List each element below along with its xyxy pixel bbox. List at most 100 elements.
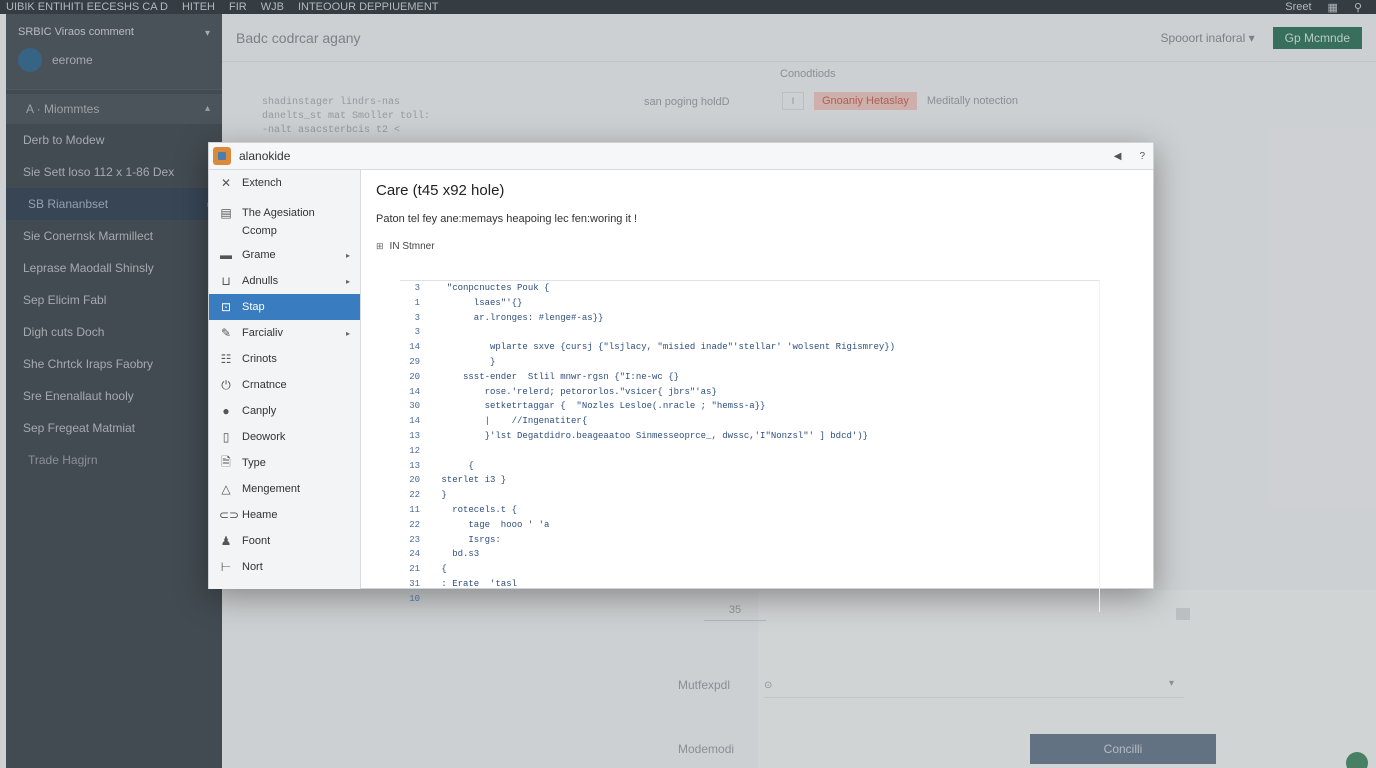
code-text: { [436,564,447,575]
code-line: 31 : Erate 'tasl [400,577,1099,592]
code-text: wplarte sxve {cursj {"lsjlacy, "misied i… [436,342,896,353]
nav-item-label: Type [242,457,266,469]
code-line: 20 sterlet i3 } [400,473,1099,488]
line-number: 22 [409,519,420,530]
line-number: 20 [409,475,420,486]
line-number: 21 [409,564,420,575]
code-line: 10 [400,592,1099,607]
nav-item-8[interactable]: ● Canply [209,398,360,424]
nav-item-label: Nort [242,561,263,573]
line-number: 29 [409,356,420,367]
code-text: { [436,460,474,471]
code-line: 12 [400,444,1099,459]
nav-item-11[interactable]: △ Mengement [209,476,360,502]
nav-item-7[interactable]: ⏻ Crnatnce [209,372,360,398]
wrench-icon: ✕ [220,176,232,190]
content-description: Paton tel fey ane:memays heapoing lec fe… [376,213,638,225]
code-text: ar.lronges: #lenge#-as}} [436,312,604,323]
person-icon: ♟ [220,534,232,548]
nav-item-0[interactable]: ✕ Extench [209,170,360,196]
line-number: 30 [409,401,420,412]
nav-item-1[interactable]: ▤ The Agesiation Ccomp [209,196,360,242]
code-line: 14 | //Ingenatiter{ [400,414,1099,429]
code-line: 20 ssst-ender Stlil mnwr-rgsn {"I:ne-wc … [400,370,1099,385]
line-number: 14 [409,386,420,397]
line-number: 14 [409,342,420,353]
nav-item-14[interactable]: ⊢ Nort [209,554,360,580]
line-number: 12 [409,445,420,456]
line-number: 1 [414,297,420,308]
circle-icon: ● [222,404,230,418]
document-icon: ▤ [220,206,232,220]
chevron-right-icon: ▸ [345,276,350,286]
code-section-label: ⊞ IN Stmner [376,241,1140,252]
code-text: } [436,356,496,367]
back-icon[interactable]: ◀ [1114,151,1122,162]
nav-item-label: Foont [242,535,271,547]
code-line: 21 { [400,562,1099,577]
code-text: rose.'relerd; petororlos."vsicer{ jbrs"'… [436,386,717,397]
code-line: 24 bd.s3 [400,547,1099,562]
nav-item-label: Farcialiv [242,327,283,339]
nav-item-label: Canply [242,405,277,417]
link-icon: ⊂⊃ [219,508,240,522]
nav-item-2[interactable]: ▬ Grame ▸ [209,242,360,268]
line-number: 23 [409,534,420,545]
code-line: 13 }'lst Degatdidro.beageaatoo Sinmesseo… [400,429,1099,444]
line-number: 13 [409,430,420,441]
bracket-icon: ⊔ [221,274,231,288]
nav-item-label: Extench [242,177,282,189]
nav-item-4[interactable]: ⊡ Stap [209,294,360,320]
code-line: 23 Isrgs: [400,533,1099,548]
code-text: sterlet i3 } [436,475,507,486]
page-icon: ▯ [222,430,230,444]
code-text: ssst-ender Stlil mnwr-rgsn {"I:ne-wc {} [436,371,680,382]
nav-item-9[interactable]: ▯ Deowork [209,424,360,450]
nav-item-6[interactable]: ☷ Crinots [209,346,360,372]
nav-item-5[interactable]: ✎ Farcialiv ▸ [209,320,360,346]
file-icon: 🗎 [221,454,231,469]
dialog-window: alanokide ◀ ? ✕ Extench ▤ The Agesiation Cc… [208,142,1154,612]
triangle-icon: △ [221,482,231,496]
nav-item-10[interactable]: 🗎 Type [209,450,360,476]
pencil-icon: ✎ [220,326,232,340]
code-line: 22 tage hooo ' 'a [400,518,1099,533]
nav-item-label: Crinots [242,353,277,365]
screen-icon: ⊡ [220,300,232,314]
code-text: | //Ingenatiter{ [436,416,588,427]
code-label-text: IN Stmner [389,241,435,252]
nav-item-3[interactable]: ⊔ Adnulls ▸ [209,268,360,294]
code-line: 3 ar.lronges: #lenge#-as}} [400,311,1099,326]
code-editor[interactable]: 3 "conpcnuctes Pouk {1 lsaes"'{} 3 ar.lro… [400,280,1100,612]
code-line: 14 rose.'relerd; petororlos."vsicer{ jbr… [400,385,1099,400]
dialog-titlebar[interactable]: alanokide ◀ ? [209,143,1153,170]
line-number: 14 [409,416,420,427]
code-text: lsaes"'{} [436,297,523,308]
nav-item-label: Deowork [242,431,286,443]
power-icon: ⏻ [221,377,231,392]
dialog-nav: ✕ Extench ▤ The Agesiation Ccomp ▬ Grame ▸ ⊔ Adn… [209,170,361,589]
nav-item-12[interactable]: ⊂⊃ Heame [209,502,360,528]
dialog-title: alanokide [239,149,291,163]
app-logo-icon [213,147,231,165]
nav-item-label: The Agesiation Ccomp [242,207,315,237]
line-number: 20 [409,371,420,382]
list-icon: ☷ [220,352,232,366]
code-text: } [436,490,447,501]
nav-item-label: Adnulls [242,275,279,287]
code-line: 22 } [400,488,1099,503]
code-text: tage hooo ' 'a [436,519,550,530]
step-icon: ⊢ [220,560,232,574]
code-text: Isrgs: [436,534,501,545]
line-number: 13 [409,460,420,471]
help-icon[interactable]: ? [1139,151,1145,162]
code-text: setketrtaggar { "Nozles Lesloe(.nracle ;… [436,401,766,412]
nav-item-13[interactable]: ♟ Foont [209,528,360,554]
code-text: }'lst Degatdidro.beageaatoo Sinmesseoprc… [436,430,869,441]
folder-icon: ▬ [220,248,232,262]
nav-item-label: Crnatnce [242,379,287,391]
dialog-content: Care (t45 x92 hole) Paton tel fey ane:me… [362,170,1154,612]
code-line: 3 "conpcnuctes Pouk { [400,281,1099,296]
nav-item-label: Stap [242,301,265,313]
